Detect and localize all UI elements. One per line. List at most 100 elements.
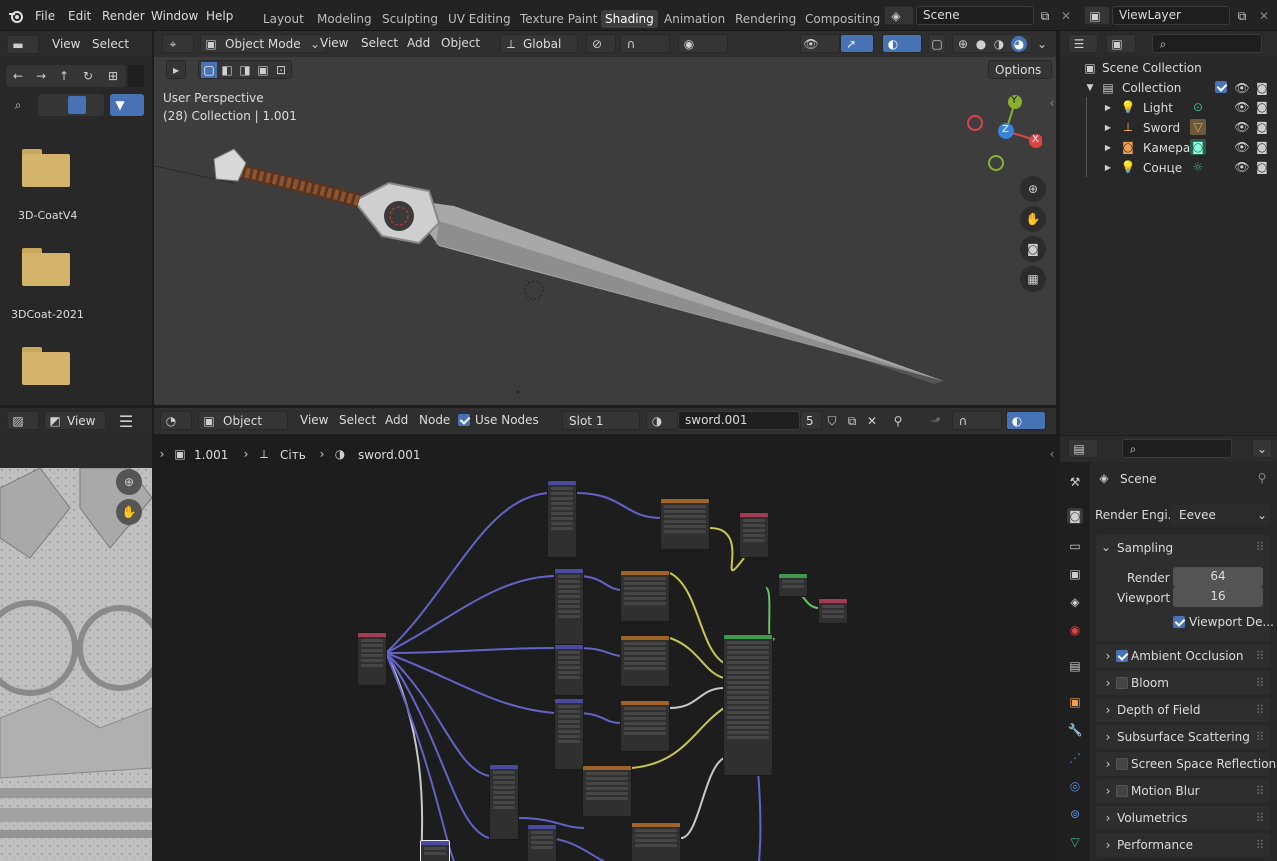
node[interactable] [420, 840, 450, 861]
pan-button[interactable]: ✋ [1020, 206, 1046, 232]
folder-icon[interactable] [22, 248, 70, 286]
file-browser-view-menu[interactable]: View [52, 37, 80, 51]
close-icon[interactable]: ✕ [1058, 8, 1074, 24]
image-editor-panel[interactable]: ▨ ◩ View ☰ ⊕ ✋ [0, 408, 152, 861]
node[interactable] [818, 598, 848, 624]
ambient-occlusion-panel[interactable]: › Ambient Occlusion ⠿ [1096, 644, 1270, 668]
folder-icon[interactable] [22, 347, 70, 385]
node[interactable] [620, 570, 670, 622]
sidebar-toggle-icon[interactable]: ‹ [1044, 95, 1056, 111]
properties-search-input[interactable]: ⌕ [1122, 439, 1232, 458]
camera-render-icon[interactable]: ◙ [1254, 119, 1270, 135]
outliner-row[interactable]: ▶ 💡 Сонце ☼ 👁 ◙ [1060, 157, 1277, 177]
tab-animation[interactable]: Animation [664, 12, 725, 26]
collection-tab-icon[interactable]: ▤ [1067, 658, 1083, 674]
node[interactable] [554, 644, 584, 696]
tab-shading[interactable]: Shading [601, 10, 658, 28]
screen-space-reflections-panel[interactable]: › Screen Space Reflections [1096, 752, 1277, 776]
outliner-editor-type-button[interactable]: ☰ [1068, 34, 1098, 53]
expand-arrow-icon[interactable]: ▶ [1100, 119, 1116, 135]
object-tab-icon[interactable]: ▣ [1067, 694, 1083, 710]
collection-exclude-checkbox[interactable] [1215, 81, 1227, 93]
editor-type-button[interactable]: ▬ [7, 35, 39, 54]
constraints-tab-icon[interactable]: ⊚ [1067, 806, 1083, 822]
node[interactable] [527, 824, 557, 861]
properties-editor-type-button[interactable]: ▤ [1068, 439, 1098, 458]
image-view-dropdown[interactable]: ◩ View [44, 411, 106, 430]
outliner-row[interactable]: ▶ 💡 Light ⊙ 👁 ◙ [1060, 97, 1277, 117]
folder-name[interactable]: 3D-CoatV4 [18, 209, 77, 222]
image-pan-button[interactable]: ✋ [116, 499, 142, 525]
scene-selector-button[interactable]: ◈ [884, 6, 914, 25]
duplicate-scene-icon[interactable]: ⧉ [1037, 8, 1053, 24]
render-samples-field[interactable]: 64 [1173, 567, 1263, 587]
node[interactable] [357, 632, 387, 686]
search-icon[interactable]: ⌕ [10, 97, 26, 113]
drag-handle-icon[interactable]: ⠿ [1252, 729, 1268, 745]
tab-layout[interactable]: Layout [263, 12, 304, 26]
drag-handle-icon[interactable]: ⠿ [1252, 783, 1268, 799]
scene-tab-icon[interactable]: ◈ [1067, 594, 1083, 610]
tool-tab-icon[interactable]: ⚒ [1067, 474, 1083, 490]
physics-tab-icon[interactable]: ◎ [1067, 778, 1083, 794]
image-zoom-button[interactable]: ⊕ [116, 469, 142, 495]
drag-handle-icon[interactable]: ⠿ [1252, 810, 1268, 826]
render-engine-dropdown[interactable]: Eevee ⌄ [1170, 504, 1271, 526]
pin-icon[interactable]: ⚲ [1254, 470, 1270, 486]
subsurface-scattering-panel[interactable]: › Subsurface Scattering ⠿ [1096, 725, 1270, 749]
tab-compositing[interactable]: Compositing [805, 12, 880, 26]
drag-handle-icon[interactable]: ⠿ [1252, 648, 1268, 664]
tab-sculpting[interactable]: Sculpting [382, 12, 438, 26]
scene-name-field[interactable]: Scene [916, 6, 1034, 25]
modifier-icon[interactable]: ▽ [1190, 119, 1206, 135]
hamburger-menu-icon[interactable]: ☰ [118, 412, 134, 431]
tab-rendering[interactable]: Rendering [735, 12, 796, 26]
motion-blur-panel[interactable]: › Motion Blur ⠿ [1096, 779, 1270, 803]
scene-collection-label[interactable]: Scene Collection [1102, 61, 1202, 75]
outliner-search-input[interactable]: ⌕ [1152, 34, 1262, 53]
tab-texture-paint[interactable]: Texture Paint [520, 12, 597, 26]
navigation-gizmo[interactable]: Y Z X [962, 93, 1043, 173]
perspective-toggle-button[interactable]: ▦ [1020, 266, 1046, 292]
node[interactable] [739, 512, 769, 558]
light-data-icon[interactable]: ⊙ [1190, 99, 1206, 115]
node[interactable] [554, 568, 584, 648]
zoom-button[interactable]: ⊕ [1020, 176, 1046, 202]
viewport-samples-field[interactable]: 16 [1173, 587, 1263, 607]
parent-directory-icon[interactable]: ↑ [56, 68, 72, 84]
world-tab-icon[interactable]: ◉ [1067, 622, 1083, 638]
expand-arrow-icon[interactable]: ▶ [1100, 139, 1116, 155]
tab-modeling[interactable]: Modeling [317, 12, 372, 26]
camera-render-icon[interactable]: ◙ [1254, 99, 1270, 115]
eye-icon[interactable]: 👁 [1234, 159, 1250, 175]
thumbnail-view-icon[interactable] [68, 96, 86, 114]
menu-help[interactable]: Help [206, 9, 233, 23]
node[interactable] [631, 822, 681, 861]
camera-render-icon[interactable]: ◙ [1254, 80, 1270, 96]
modifier-tab-icon[interactable]: 🔧 [1067, 722, 1083, 738]
node[interactable] [582, 765, 632, 817]
3d-viewport[interactable]: ⌖ ▣ Object Mode ⌄ View Select Add Object… [154, 31, 1056, 405]
expand-arrow-icon[interactable]: ▶ [1100, 99, 1116, 115]
menu-file[interactable]: File [35, 9, 55, 23]
depth-of-field-panel[interactable]: › Depth of Field ⠿ [1096, 698, 1270, 722]
performance-panel[interactable]: › Performance ⠿ [1096, 833, 1270, 857]
ambient-occlusion-checkbox[interactable] [1116, 650, 1128, 662]
drag-handle-icon[interactable]: ⠿ [1252, 675, 1268, 691]
drag-handle-icon[interactable]: ⠿ [1252, 702, 1268, 718]
bloom-checkbox[interactable] [1116, 677, 1128, 689]
folder-name[interactable]: 3DCoat-2021 [11, 308, 84, 321]
node[interactable] [620, 635, 670, 687]
node[interactable] [660, 498, 710, 550]
camera-view-button[interactable]: ◙ [1020, 236, 1046, 262]
outliner-row[interactable]: ▶ ⟂ Sword ▽ 👁 ◙ [1060, 117, 1277, 137]
display-mode-button[interactable]: ▣ [1106, 34, 1136, 53]
forward-arrow-icon[interactable]: → [33, 68, 49, 84]
output-tab-icon[interactable]: ▭ [1067, 538, 1083, 554]
display-mode-buttons[interactable] [38, 94, 104, 116]
motion-blur-checkbox[interactable] [1116, 785, 1128, 797]
eye-icon[interactable]: 👁 [1234, 80, 1250, 96]
node[interactable] [554, 698, 584, 770]
sword-model[interactable] [154, 31, 1056, 405]
view-layer-name-field[interactable]: ViewLayer [1112, 6, 1230, 25]
